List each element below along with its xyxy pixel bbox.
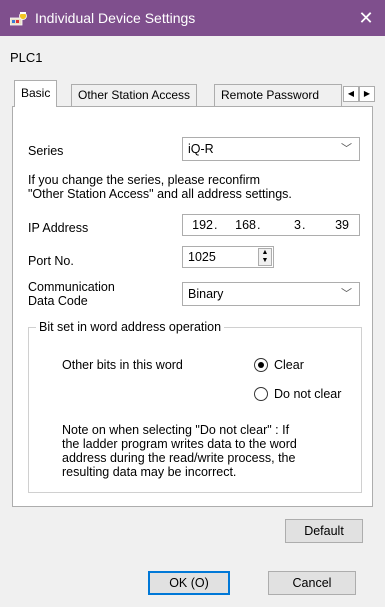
do-not-clear-note: Note on when selecting "Do not clear" : … [62, 423, 297, 479]
chevron-down-icon: ﹀ [341, 143, 352, 155]
ip-address-field[interactable]: 192 . 168 . 3 . 39 [182, 214, 360, 236]
note-line: Note on when selecting "Do not clear" : … [62, 423, 290, 437]
chevron-down-icon: ﹀ [341, 288, 352, 300]
ip-octet-4[interactable]: 39 [331, 218, 349, 232]
ip-octet-1[interactable]: 192 [189, 218, 213, 232]
ip-address-label: IP Address [28, 221, 89, 235]
ip-octet-3[interactable]: 3 [283, 218, 301, 232]
title-bar[interactable]: Individual Device Settings ✕ [0, 0, 385, 36]
note-line: the ladder program writes data to the wo… [62, 437, 297, 451]
data-code-label: Communication Data Code [28, 280, 115, 308]
ip-octet-2[interactable]: 168 [232, 218, 256, 232]
do-not-clear-radio-label[interactable]: Do not clear [274, 387, 341, 401]
series-note-line2: "Other Station Access" and all address s… [28, 187, 292, 201]
do-not-clear-radio[interactable] [254, 387, 268, 401]
tab-basic[interactable]: Basic [14, 80, 58, 107]
bit-set-group-title: Bit set in word address operation [36, 320, 225, 334]
device-settings-icon [10, 12, 27, 26]
spin-down-icon[interactable]: ▼ [259, 257, 271, 265]
data-code-label-line1: Communication [28, 280, 115, 294]
other-bits-label: Other bits in this word [62, 358, 183, 372]
data-code-select[interactable]: Binary ﹀ [182, 282, 360, 306]
tab-remote-password[interactable]: Remote Password [214, 84, 342, 106]
ip-dot: . [302, 218, 306, 232]
port-value[interactable]: 1025 [188, 250, 216, 264]
default-button[interactable]: Default [285, 519, 363, 543]
ip-dot: . [214, 218, 218, 232]
tab-scroll-right-button[interactable]: ▶ [359, 86, 375, 102]
ok-button[interactable]: OK (O) [148, 571, 230, 595]
note-line: address during the read/write process, t… [62, 451, 296, 465]
close-button[interactable]: ✕ [352, 5, 380, 31]
note-line: resulting data may be incorrect. [62, 465, 237, 479]
tab-other-station-access[interactable]: Other Station Access [71, 84, 198, 106]
data-code-label-line2: Data Code [28, 294, 88, 308]
port-spinner[interactable]: 1025 ▲ ▼ [182, 246, 274, 268]
clear-radio[interactable] [254, 358, 268, 372]
series-note-line1: If you change the series, please reconfi… [28, 173, 261, 187]
window-title: Individual Device Settings [35, 10, 196, 26]
series-value: iQ-R [188, 142, 214, 156]
spin-up-icon[interactable]: ▲ [259, 249, 271, 257]
tab-scroll-left-button[interactable]: ◀ [343, 86, 359, 102]
data-code-value: Binary [188, 287, 224, 301]
device-name: PLC1 [10, 50, 43, 65]
series-label: Series [28, 144, 64, 158]
cancel-button[interactable]: Cancel [268, 571, 356, 595]
series-select[interactable]: iQ-R ﹀ [182, 137, 360, 161]
ip-dot: . [257, 218, 261, 232]
port-label: Port No. [28, 254, 74, 268]
clear-radio-label[interactable]: Clear [274, 358, 304, 372]
spin-buttons[interactable]: ▲ ▼ [258, 248, 272, 266]
